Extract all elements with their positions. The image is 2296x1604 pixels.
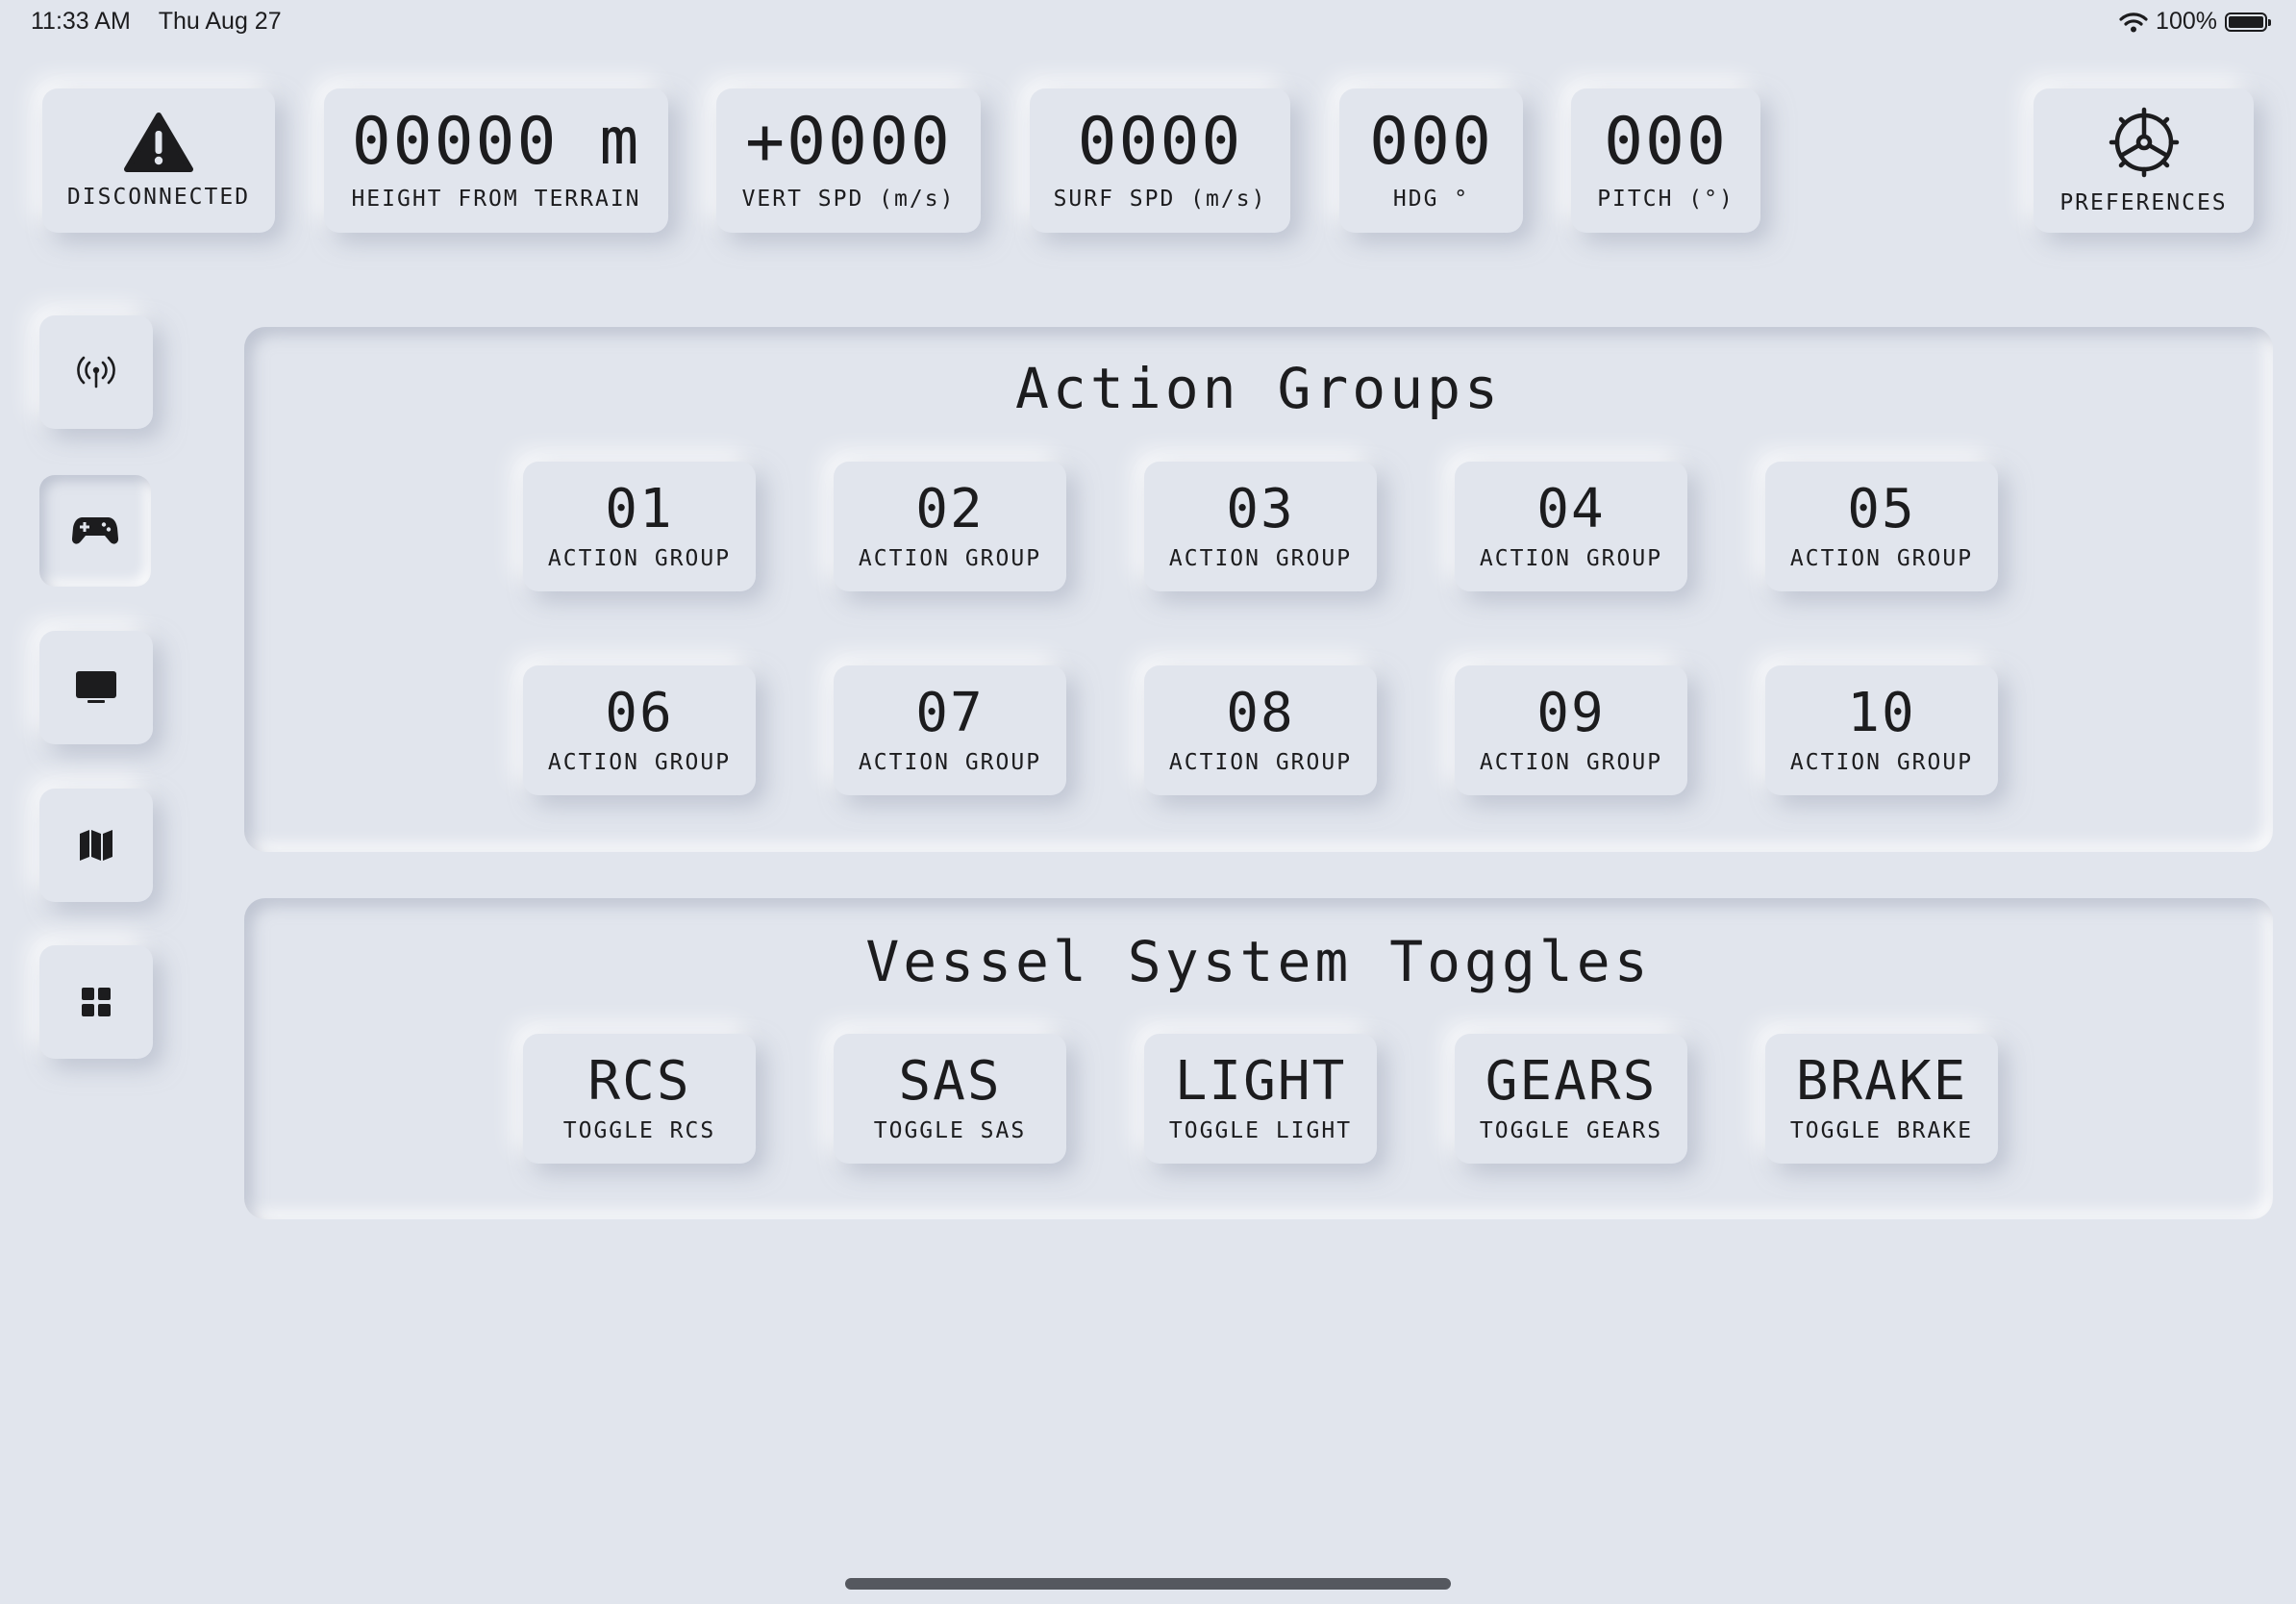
monitor-icon xyxy=(76,671,116,703)
vertical-speed-value: +0000 xyxy=(745,104,952,180)
toggle-name: BRAKE xyxy=(1795,1049,1968,1113)
action-group-number: 01 xyxy=(605,477,674,540)
height-label: HEIGHT FROM TERRAIN xyxy=(351,187,641,212)
vertical-speed-label: VERT SPD (m/s) xyxy=(741,187,956,212)
action-group-number: 02 xyxy=(915,477,985,540)
battery-icon xyxy=(2225,12,2271,32)
action-group-label: ACTION GROUP xyxy=(1168,749,1353,775)
surface-speed-value: 0000 xyxy=(1077,104,1243,180)
action-group-button-03[interactable]: 03 ACTION GROUP xyxy=(1144,462,1377,591)
action-group-number: 10 xyxy=(1847,681,1916,744)
connection-status-label: DISCONNECTED xyxy=(66,185,251,210)
action-group-button-02[interactable]: 02 ACTION GROUP xyxy=(834,462,1066,591)
height-value: 00000 m xyxy=(351,104,641,180)
action-group-number: 06 xyxy=(605,681,674,744)
heading-label: HDG ° xyxy=(1392,187,1470,212)
action-group-label: ACTION GROUP xyxy=(1789,545,1974,571)
status-time: 11:33 AM xyxy=(31,8,131,35)
toggle-name: RCS xyxy=(587,1049,691,1113)
battery-percent: 100% xyxy=(2156,8,2217,35)
grid-icon xyxy=(82,988,111,1016)
wifi-icon xyxy=(2119,12,2148,32)
pitch-readout: 000 PITCH (°) xyxy=(1571,88,1760,233)
action-group-label: ACTION GROUP xyxy=(547,545,732,571)
toggle-name: LIGHT xyxy=(1174,1049,1347,1113)
antenna-icon xyxy=(77,356,115,388)
action-group-number: 04 xyxy=(1536,477,1606,540)
action-group-label: ACTION GROUP xyxy=(858,545,1042,571)
pitch-label: PITCH (°) xyxy=(1597,187,1734,212)
action-group-label: ACTION GROUP xyxy=(1479,545,1663,571)
toggle-label: TOGGLE LIGHT xyxy=(1168,1117,1353,1143)
vertical-speed-readout: +0000 VERT SPD (m/s) xyxy=(716,88,981,233)
gamepad-icon xyxy=(71,517,119,544)
toggle-light-button[interactable]: LIGHT TOGGLE LIGHT xyxy=(1144,1034,1377,1164)
vessel-toggles-title: Vessel System Toggles xyxy=(865,929,1652,994)
sidebar-item-display[interactable] xyxy=(39,631,153,744)
preferences-button[interactable]: PREFERENCES xyxy=(2034,88,2254,233)
map-icon xyxy=(80,830,112,861)
toggle-label: TOGGLE RCS xyxy=(562,1117,716,1143)
action-group-button-07[interactable]: 07 ACTION GROUP xyxy=(834,665,1066,795)
action-group-label: ACTION GROUP xyxy=(1168,545,1353,571)
action-group-button-08[interactable]: 08 ACTION GROUP xyxy=(1144,665,1377,795)
home-indicator[interactable] xyxy=(845,1578,1451,1590)
action-group-number: 08 xyxy=(1226,681,1295,744)
action-group-label: ACTION GROUP xyxy=(1479,749,1663,775)
toggle-label: TOGGLE SAS xyxy=(873,1117,1027,1143)
surface-speed-label: SURF SPD (m/s) xyxy=(1053,187,1267,212)
toggle-rcs-button[interactable]: RCS TOGGLE RCS xyxy=(523,1034,756,1164)
action-group-number: 05 xyxy=(1847,477,1916,540)
action-group-label: ACTION GROUP xyxy=(858,749,1042,775)
toggle-brake-button[interactable]: BRAKE TOGGLE BRAKE xyxy=(1765,1034,1998,1164)
action-group-number: 09 xyxy=(1536,681,1606,744)
action-group-button-10[interactable]: 10 ACTION GROUP xyxy=(1765,665,1998,795)
action-group-button-06[interactable]: 06 ACTION GROUP xyxy=(523,665,756,795)
toggle-sas-button[interactable]: SAS TOGGLE SAS xyxy=(834,1034,1066,1164)
toggle-name: GEARS xyxy=(1485,1049,1658,1113)
sidebar-item-controls[interactable] xyxy=(39,475,151,587)
toggle-name: SAS xyxy=(898,1049,1002,1113)
sidebar-item-dashboard[interactable] xyxy=(39,945,153,1059)
status-date: Thu Aug 27 xyxy=(158,8,282,35)
action-group-button-05[interactable]: 05 ACTION GROUP xyxy=(1765,462,1998,591)
helm-wheel-icon xyxy=(2109,107,2179,178)
toggle-gears-button[interactable]: GEARS TOGGLE GEARS xyxy=(1455,1034,1687,1164)
action-group-number: 07 xyxy=(915,681,985,744)
sidebar-item-telemetry[interactable] xyxy=(39,315,153,429)
toggle-label: TOGGLE BRAKE xyxy=(1789,1117,1974,1143)
sidebar-item-map[interactable] xyxy=(39,789,153,902)
action-group-button-01[interactable]: 01 ACTION GROUP xyxy=(523,462,756,591)
action-group-label: ACTION GROUP xyxy=(1789,749,1974,775)
action-groups-title: Action Groups xyxy=(1015,356,1502,421)
action-group-label: ACTION GROUP xyxy=(547,749,732,775)
height-readout: 00000 m HEIGHT FROM TERRAIN xyxy=(324,88,668,233)
action-group-button-09[interactable]: 09 ACTION GROUP xyxy=(1455,665,1687,795)
toggle-label: TOGGLE GEARS xyxy=(1479,1117,1663,1143)
surface-speed-readout: 0000 SURF SPD (m/s) xyxy=(1030,88,1290,233)
connection-status-button[interactable]: DISCONNECTED xyxy=(42,88,275,233)
warning-icon xyxy=(124,113,193,172)
heading-value: 000 xyxy=(1369,104,1493,180)
action-group-button-04[interactable]: 04 ACTION GROUP xyxy=(1455,462,1687,591)
status-bar-right: 100% xyxy=(2119,8,2271,36)
status-bar-left: 11:33 AM Thu Aug 27 xyxy=(31,8,282,36)
preferences-label: PREFERENCES xyxy=(2059,190,2228,215)
pitch-value: 000 xyxy=(1604,104,1728,180)
action-group-number: 03 xyxy=(1226,477,1295,540)
heading-readout: 000 HDG ° xyxy=(1339,88,1523,233)
